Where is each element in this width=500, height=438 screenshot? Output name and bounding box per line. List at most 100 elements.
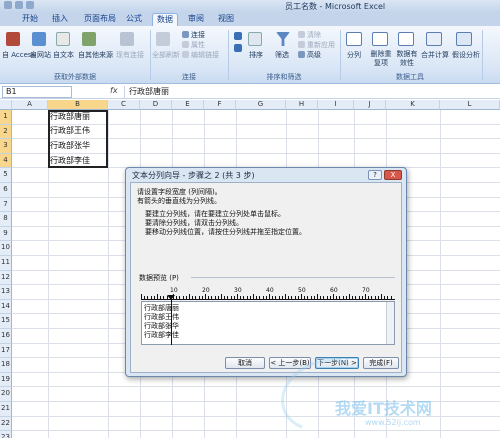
column-header[interactable]: G (236, 100, 286, 110)
filter-button[interactable]: 筛选 (275, 50, 289, 60)
finish-button[interactable]: 完成(F) (363, 357, 399, 369)
column-header[interactable]: A (12, 100, 48, 110)
tab-formulas[interactable]: 公式 (122, 13, 146, 26)
ruler-tick (291, 296, 293, 299)
row-header[interactable]: 19 (0, 372, 12, 388)
column-header[interactable]: F (204, 100, 236, 110)
column-header[interactable]: H (286, 100, 318, 110)
row-header[interactable]: 16 (0, 329, 12, 344)
ruler-tick (201, 296, 203, 299)
row-header[interactable]: 3 (0, 139, 12, 154)
tab-page-layout[interactable]: 页面布局 (80, 13, 120, 26)
existing-connections-button[interactable]: 现有连接 (116, 50, 144, 60)
edit-links-button[interactable]: 编辑链接 (191, 50, 219, 60)
data-validation-button[interactable]: 数据有效性 (394, 50, 420, 68)
ruler-tick (192, 296, 194, 299)
column-header[interactable]: C (108, 100, 140, 110)
tab-insert[interactable]: 插入 (48, 13, 72, 26)
row-header[interactable]: 13 (0, 285, 12, 300)
text-to-columns-button[interactable]: 分列 (347, 50, 361, 60)
row-header[interactable]: 6 (0, 183, 12, 198)
save-icon[interactable] (15, 1, 23, 9)
fx-icon[interactable]: fx (110, 86, 118, 95)
ruler-tick (310, 296, 312, 299)
remove-duplicates-button[interactable]: 删除重复项 (368, 50, 394, 68)
office-button-icon[interactable] (4, 1, 12, 9)
undo-icon[interactable] (26, 1, 34, 9)
row-header[interactable]: 2 (0, 124, 12, 140)
group-label-connections: 连接 (182, 73, 196, 81)
row-header[interactable]: 18 (0, 358, 12, 373)
column-header[interactable]: J (354, 100, 386, 110)
column-header[interactable]: E (172, 100, 204, 110)
consolidate-button[interactable]: 合并计算 (421, 50, 449, 60)
column-ruler[interactable]: 10 20 30 40 50 60 70 (141, 287, 395, 301)
row-header[interactable]: 12 (0, 270, 12, 286)
preview-line: 行政部李佳 (144, 331, 179, 339)
sort-desc-icon[interactable] (234, 44, 242, 52)
ruler-tick (313, 296, 315, 299)
row-header[interactable]: 7 (0, 197, 12, 213)
column-header[interactable]: L (440, 100, 500, 110)
ruler-tick (387, 296, 389, 299)
advanced-button[interactable]: 高级 (307, 50, 321, 60)
row-header[interactable]: 9 (0, 226, 12, 242)
what-if-button[interactable]: 假设分析 (452, 50, 480, 60)
cancel-button[interactable]: 取消 (225, 357, 265, 369)
name-box[interactable]: B1 (2, 86, 72, 98)
reapply-button[interactable]: 重新应用 (307, 40, 335, 50)
row-header[interactable]: 23 (0, 431, 12, 438)
sort-button[interactable]: 排序 (249, 50, 263, 60)
tab-data[interactable]: 数据 (152, 13, 178, 26)
clear-button[interactable]: 清除 (307, 30, 321, 40)
row-header[interactable]: 22 (0, 416, 12, 432)
row-header[interactable]: 17 (0, 343, 12, 359)
ruler-tick (221, 294, 222, 299)
row-header[interactable]: 1 (0, 110, 12, 125)
filter-icon (276, 32, 290, 46)
row-header[interactable]: 10 (0, 241, 12, 256)
from-text-button[interactable]: 自文本 (53, 50, 74, 60)
ruler-tick (275, 296, 277, 299)
preview-scrollbar[interactable] (386, 302, 394, 344)
preview-label-rule (191, 277, 395, 278)
ruler-tick (285, 294, 286, 299)
row-header[interactable]: 20 (0, 387, 12, 402)
column-header[interactable]: I (318, 100, 354, 110)
tab-home[interactable]: 开始 (18, 13, 42, 26)
row-header[interactable]: 4 (0, 153, 12, 169)
column-header[interactable]: B (48, 100, 108, 110)
help-button[interactable]: ? (368, 170, 382, 180)
formula-input[interactable]: 行政部唐丽 (124, 86, 500, 98)
from-web-button[interactable]: 自网站 (30, 50, 51, 60)
quick-access-toolbar[interactable] (4, 1, 44, 10)
row-header[interactable]: 11 (0, 256, 12, 271)
column-header[interactable]: D (140, 100, 172, 110)
close-button[interactable]: X (384, 170, 402, 180)
row-header[interactable]: 15 (0, 314, 12, 329)
ruler-tick (320, 296, 322, 299)
ruler-tick (259, 296, 261, 299)
ruler-tick (227, 296, 229, 299)
column-header[interactable]: K (386, 100, 440, 110)
row-header[interactable]: 5 (0, 168, 12, 183)
dialog-title: 文本分列向导 - 步骤之 2 (共 3 步) (132, 171, 255, 180)
row-header[interactable]: 14 (0, 299, 12, 315)
data-preview[interactable]: 行政部唐丽 行政部王伟 行政部张华 行政部李佳 (141, 301, 395, 345)
tab-view[interactable]: 视图 (214, 13, 238, 26)
from-other-sources-button[interactable]: 自其他来源 (78, 50, 113, 60)
row-header[interactable]: 21 (0, 402, 12, 417)
sort-asc-icon[interactable] (234, 32, 242, 40)
grid-column-line (108, 110, 109, 438)
ruler-tick (342, 296, 344, 299)
select-all-corner[interactable] (0, 100, 12, 110)
refresh-all-button[interactable]: 全部刷新 (152, 50, 180, 60)
properties-button[interactable]: 属性 (191, 40, 205, 50)
row-header[interactable]: 8 (0, 212, 12, 227)
refresh-all-icon (156, 32, 170, 46)
connections-button[interactable]: 连接 (191, 30, 205, 40)
tab-review[interactable]: 审阅 (184, 13, 208, 26)
ruler-tick (262, 296, 264, 299)
column-break-line[interactable] (171, 299, 172, 345)
group-label-get-external: 获取外部数据 (54, 73, 96, 81)
